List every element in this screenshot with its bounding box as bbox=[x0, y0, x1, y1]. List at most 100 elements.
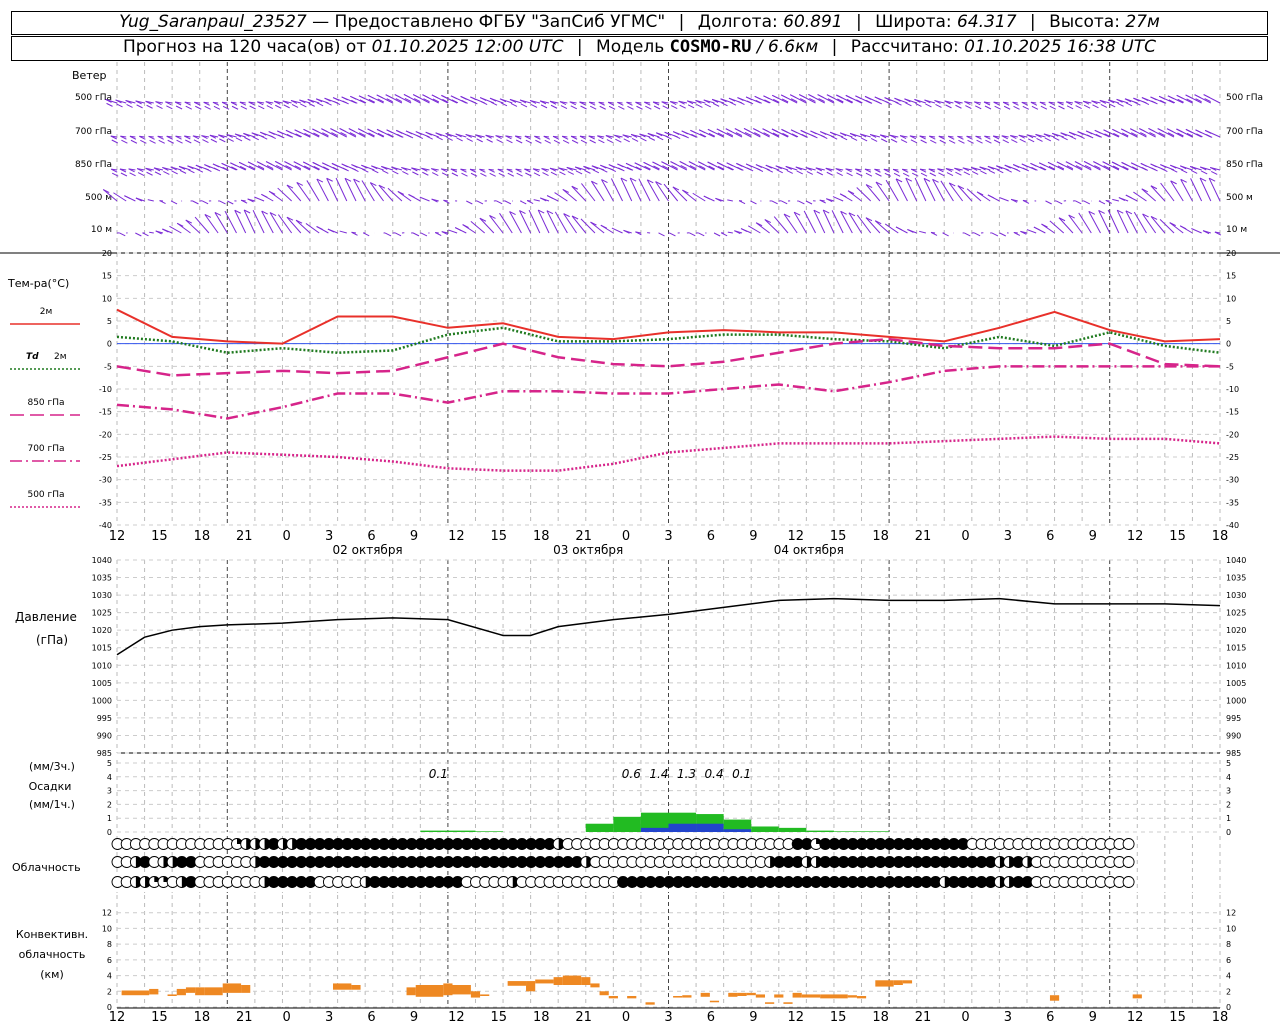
wind-barb bbox=[1208, 177, 1221, 202]
pressure-tick-label: 1015 bbox=[92, 644, 112, 653]
wind-barb-feather bbox=[140, 139, 147, 144]
wind-barb-feather bbox=[875, 172, 882, 177]
wind-barb-feather bbox=[721, 102, 728, 107]
wind-barb bbox=[110, 135, 118, 144]
date-label: 02 октября bbox=[333, 543, 403, 557]
wind-barb-feather bbox=[146, 104, 153, 109]
wind-barb bbox=[274, 100, 283, 109]
wind-barb-feather bbox=[221, 162, 228, 167]
wind-barb bbox=[839, 193, 853, 202]
wind-barb-feather bbox=[570, 105, 578, 110]
precip-tick-label-right: 5 bbox=[1226, 759, 1231, 768]
wind-barb bbox=[1026, 134, 1037, 143]
wind-barb-feather bbox=[766, 168, 774, 173]
wind-barb-feather bbox=[993, 139, 1001, 144]
wind-barb-feather bbox=[179, 169, 187, 174]
wind-barb-feather bbox=[367, 94, 375, 99]
wind-barb bbox=[135, 232, 142, 237]
pressure-tick-label: 1035 bbox=[92, 574, 112, 583]
wind-barb-feather bbox=[342, 100, 349, 105]
wind-barb-feather bbox=[461, 99, 468, 104]
wind-barb-feather bbox=[698, 129, 706, 134]
wind-barb-staff bbox=[966, 188, 982, 202]
convective-bar bbox=[737, 992, 747, 996]
wind-barb-feather bbox=[454, 227, 462, 231]
wind-barb bbox=[663, 183, 679, 202]
time-tick-label-bottom: 9 bbox=[410, 1010, 418, 1024]
wind-barb-feather bbox=[562, 139, 570, 144]
wind-barb bbox=[682, 189, 697, 202]
time-tick-label: 15 bbox=[151, 529, 168, 544]
wind-level-label: 10 м bbox=[91, 225, 112, 235]
wind-barb-staff bbox=[243, 209, 256, 234]
wind-barb bbox=[455, 133, 467, 142]
wind-barb-feather bbox=[688, 161, 696, 165]
precip-annotation: 0.6 bbox=[622, 767, 641, 781]
wind-barb bbox=[1030, 101, 1039, 110]
wind-barb-feather bbox=[696, 103, 703, 108]
wind-barb-feather bbox=[1003, 105, 1011, 110]
wind-barb-feather bbox=[781, 128, 788, 133]
wind-barb bbox=[1054, 200, 1063, 205]
precip-annotation: 0.1 bbox=[732, 767, 751, 781]
wind-barb-feather bbox=[158, 139, 165, 144]
time-tick-label: 12 bbox=[1127, 529, 1144, 544]
wind-barb-feather bbox=[1094, 129, 1102, 134]
wind-barb bbox=[899, 135, 908, 144]
wind-barb-feather bbox=[738, 200, 746, 205]
wind-barb bbox=[218, 134, 228, 143]
time-tick-label: 21 bbox=[575, 529, 592, 544]
wind-barb-feather bbox=[1065, 161, 1073, 166]
precip-annotation: 0.1 bbox=[429, 767, 448, 781]
wind-barb bbox=[403, 94, 421, 104]
wind-barb bbox=[139, 135, 147, 144]
wind-barb-feather bbox=[402, 170, 409, 175]
legend-label: 700 гПа bbox=[27, 444, 64, 454]
wind-barb bbox=[855, 168, 863, 177]
wind-barb-feather bbox=[149, 139, 156, 144]
wind-barb-feather bbox=[1185, 128, 1193, 133]
cloud-symbol-circle bbox=[1122, 856, 1135, 868]
pressure-tick-label: 1025 bbox=[92, 609, 112, 618]
wind-barb-feather bbox=[136, 104, 143, 109]
wind-barb bbox=[919, 230, 926, 234]
convective-bar bbox=[121, 990, 150, 996]
wind-barb bbox=[937, 168, 945, 177]
wind-barb bbox=[874, 220, 890, 234]
wind-barb bbox=[136, 168, 145, 177]
wind-barb bbox=[376, 94, 393, 104]
wind-barb bbox=[1157, 128, 1175, 138]
wind-barb-feather bbox=[222, 105, 230, 110]
wind-barb-staff bbox=[865, 217, 881, 234]
precip-tick-label: 4 bbox=[107, 773, 112, 782]
convective-bar bbox=[535, 979, 554, 984]
wind-barb-feather bbox=[1200, 170, 1208, 175]
wind-barb bbox=[826, 198, 835, 203]
wind-barb bbox=[411, 232, 420, 237]
wind-barb-feather bbox=[204, 105, 211, 110]
wind-barb-feather bbox=[971, 170, 979, 175]
wind-barb-staff bbox=[147, 199, 154, 202]
temp-tick-label-right: 15 bbox=[1226, 272, 1236, 281]
wind-barb bbox=[499, 212, 513, 234]
wind-barb bbox=[652, 161, 669, 171]
temp-tick-label-right: -15 bbox=[1226, 408, 1239, 417]
wind-barb bbox=[475, 200, 484, 205]
wind-barb-feather bbox=[396, 129, 403, 134]
wind-barb bbox=[1047, 161, 1064, 171]
wind-barb-feather bbox=[840, 136, 848, 141]
convective-tick-label-right: 0 bbox=[1226, 1003, 1231, 1012]
wind-barb-feather bbox=[665, 135, 672, 140]
temp-tick-label-right: 5 bbox=[1226, 317, 1231, 326]
wind-barb bbox=[247, 198, 256, 203]
wind-barb-feather bbox=[1190, 169, 1198, 174]
convective-bar bbox=[351, 985, 361, 990]
wind-barb bbox=[789, 94, 807, 104]
wind-barb-feather bbox=[905, 102, 912, 107]
convective-bar bbox=[452, 985, 471, 995]
wind-barb-feather bbox=[120, 172, 128, 177]
wind-barb bbox=[929, 135, 937, 144]
wind-barb bbox=[116, 232, 126, 237]
wind-barb bbox=[885, 179, 899, 202]
wind-barb-feather bbox=[571, 139, 579, 144]
